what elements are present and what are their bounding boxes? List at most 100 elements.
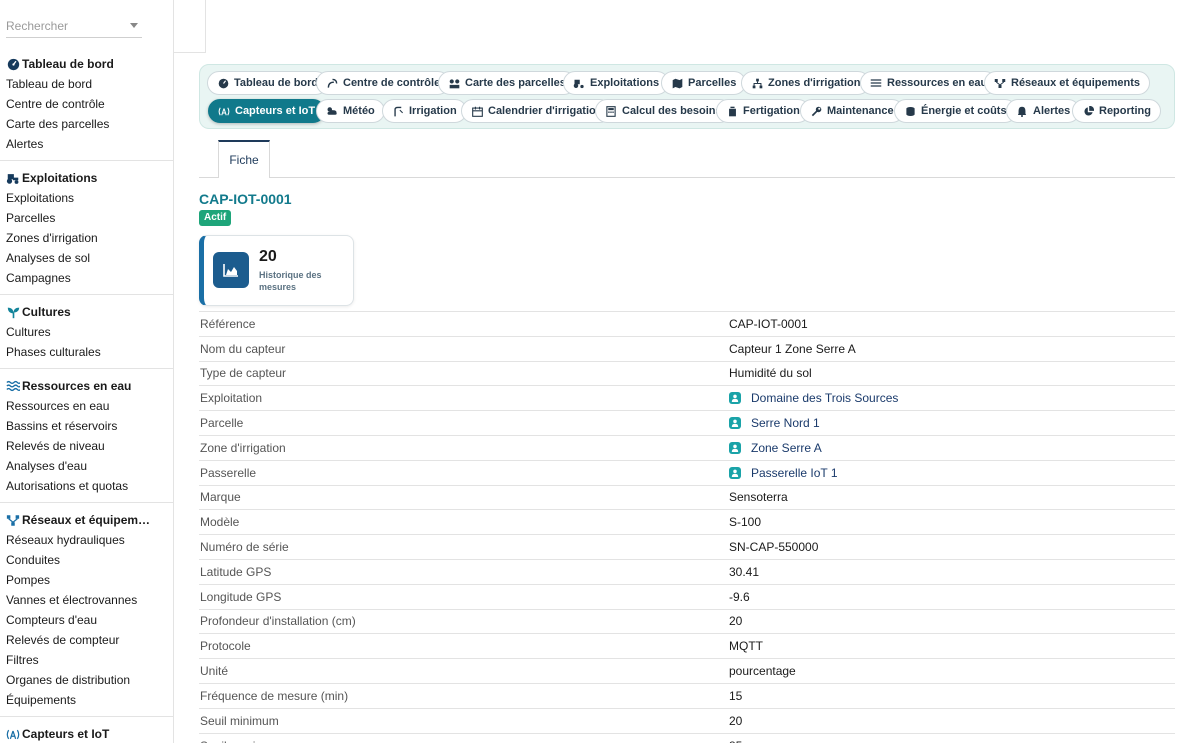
sidebar-item-exploitations[interactable]: Exploitations [0, 188, 173, 208]
sidebar-item-compteurs-eau[interactable]: Compteurs d'eau [0, 610, 173, 630]
field-value: 20 [729, 707, 1175, 734]
top-panel [174, 0, 206, 53]
sidebar-item-filtres[interactable]: Filtres [0, 650, 173, 670]
link-text[interactable]: Domaine des Trois Sources [751, 391, 898, 405]
table-row: Unité pourcentage [199, 658, 1175, 684]
field-value: Serre Nord 1 [729, 410, 1175, 436]
user-icon [729, 441, 741, 454]
sidebar-item-bassins-reservoirs[interactable]: Bassins et réservoirs [0, 416, 173, 436]
tab-calendrier-irrigation[interactable]: Calendrier d'irrigation [461, 99, 613, 123]
nav-group-title: Exploitations [0, 168, 173, 188]
sidebar-item-vannes[interactable]: Vannes et électrovannes [0, 590, 173, 610]
sidebar-item-campagnes[interactable]: Campagnes [0, 268, 173, 288]
user-icon [729, 466, 741, 479]
sidebar-item-parcelles[interactable]: Parcelles [0, 208, 173, 228]
nav-group-dashboard: Tableau de bord Tableau de bord Centre d… [0, 54, 173, 154]
field-label: Latitude GPS [199, 558, 729, 585]
field-value: Domaine des Trois Sources [729, 385, 1175, 411]
table-row: Fréquence de mesure (min) 15 [199, 682, 1175, 709]
nav-group-cultures: Cultures Cultures Phases culturales [0, 302, 173, 362]
water-icon [6, 379, 20, 393]
field-value: pourcentage [729, 658, 1175, 684]
field-value: S-100 [729, 509, 1175, 535]
detail-table: Référence CAP-IOT-0001 Nom du capteur Capte… [199, 311, 1175, 743]
sidebar-item-releves-de-niveau[interactable]: Relevés de niveau [0, 436, 173, 456]
nav-group-title: Réseaux et équipem… [0, 510, 173, 530]
table-row: Latitude GPS 30.41 [199, 558, 1175, 585]
field-value: Humidité du sol [729, 360, 1175, 386]
subtabs: Fiche [199, 139, 1175, 178]
sidebar-item-alertes[interactable]: Alertes [0, 134, 173, 154]
field-link[interactable]: Zone Serre A [729, 441, 822, 455]
sitemap-icon [751, 77, 763, 89]
sidebar-item-releves-compteur[interactable]: Relevés de compteur [0, 630, 173, 650]
tab-fertigation[interactable]: Fertigation [716, 99, 810, 123]
map-pins-icon [448, 77, 460, 89]
tab-calcul-des-besoins[interactable]: Calcul des besoins [595, 99, 732, 123]
tractor-icon [6, 171, 20, 185]
tab-energie-couts[interactable]: Énergie et coûts [894, 99, 1017, 123]
search-box[interactable] [6, 16, 142, 38]
tab-tableau-de-bord[interactable]: Tableau de bord [207, 71, 329, 95]
seedling-icon [6, 305, 20, 319]
sidebar-item-analyses-eau[interactable]: Analyses d'eau [0, 456, 173, 476]
field-label: Seuil minimum [199, 707, 729, 734]
tab-exploitations[interactable]: Exploitations [563, 71, 670, 95]
nav-group-title: Cultures [0, 302, 173, 322]
field-label: Parcelle [199, 410, 729, 436]
tab-irrigation[interactable]: Irrigation [382, 99, 467, 123]
sidebar-item-reseaux-hydrauliques[interactable]: Réseaux hydrauliques [0, 530, 173, 550]
divider [0, 368, 173, 369]
sidebar-item-autorisations-quotas[interactable]: Autorisations et quotas [0, 476, 173, 496]
divider [0, 294, 173, 295]
sidebar-item-zones-irrigation[interactable]: Zones d'irrigation [0, 228, 173, 248]
sidebar-item-ressources-en-eau[interactable]: Ressources en eau [0, 396, 173, 416]
tab-maintenance[interactable]: Maintenance [800, 99, 904, 123]
tab-carte-des-parcelles[interactable]: Carte des parcelles [438, 71, 576, 95]
tab-capteurs-iot[interactable]: Capteurs et IoT [208, 99, 326, 123]
sidebar-item-tableau-de-bord[interactable]: Tableau de bord [0, 74, 173, 94]
field-link[interactable]: Domaine des Trois Sources [729, 391, 898, 405]
field-value: Capteur 1 Zone Serre A [729, 335, 1175, 362]
tab-centre-de-controle[interactable]: Centre de contrôle [316, 71, 451, 95]
sidebar-item-equipements[interactable]: Équipements [0, 690, 173, 710]
sidebar-item-analyses-de-sol[interactable]: Analyses de sol [0, 248, 173, 268]
link-text[interactable]: Serre Nord 1 [751, 416, 820, 430]
bell-icon [1016, 105, 1028, 117]
nav-group-title: Capteurs et IoT [0, 724, 173, 743]
link-text[interactable]: Passerelle IoT 1 [751, 466, 838, 480]
field-link[interactable]: Passerelle IoT 1 [729, 466, 838, 480]
tab-fiche[interactable]: Fiche [218, 140, 270, 178]
field-label: Unité [199, 658, 729, 684]
field-value: -9.6 [729, 583, 1175, 610]
sidebar-item-phases-culturales[interactable]: Phases culturales [0, 342, 173, 362]
sidebar-item-cultures[interactable]: Cultures [0, 322, 173, 342]
sidebar-item-organes-distribution[interactable]: Organes de distribution [0, 670, 173, 690]
tab-reporting[interactable]: Reporting [1072, 99, 1161, 123]
table-row: Nom du capteur Capteur 1 Zone Serre A [199, 335, 1175, 362]
field-value: SN-CAP-550000 [729, 534, 1175, 560]
link-text[interactable]: Zone Serre A [751, 441, 822, 455]
tab-alertes[interactable]: Alertes [1006, 99, 1081, 123]
tab-ressources-en-eau[interactable]: Ressources en eau [860, 71, 998, 95]
dashboard-icon [217, 77, 229, 89]
user-icon [729, 392, 741, 405]
sidebar-item-conduites[interactable]: Conduites [0, 550, 173, 570]
sidebar-item-centre-de-controle[interactable]: Centre de contrôle [0, 94, 173, 114]
sidebar-item-pompes[interactable]: Pompes [0, 570, 173, 590]
table-row: Passerelle Passerelle IoT 1 [199, 459, 1175, 486]
table-row: Zone d'irrigation Zone Serre A [199, 434, 1175, 461]
field-value: 85 [729, 732, 1175, 743]
tab-zones-irrigation[interactable]: Zones d'irrigation [741, 71, 871, 95]
search-input[interactable] [6, 16, 124, 36]
table-row: Référence CAP-IOT-0001 [199, 311, 1175, 337]
table-row: Profondeur d'installation (cm) 20 [199, 608, 1175, 634]
sidebar-item-carte-des-parcelles[interactable]: Carte des parcelles [0, 114, 173, 134]
tab-reseaux-equipements[interactable]: Réseaux et équipements [984, 71, 1150, 95]
table-row: Seuil minimum 20 [199, 707, 1175, 734]
tab-meteo[interactable]: Météo [316, 99, 385, 123]
stat-card-historique[interactable]: 20 Historique des mesures [199, 235, 354, 306]
field-link[interactable]: Serre Nord 1 [729, 416, 820, 430]
tab-parcelles[interactable]: Parcelles [661, 71, 747, 95]
chevron-down-icon[interactable] [130, 23, 138, 28]
